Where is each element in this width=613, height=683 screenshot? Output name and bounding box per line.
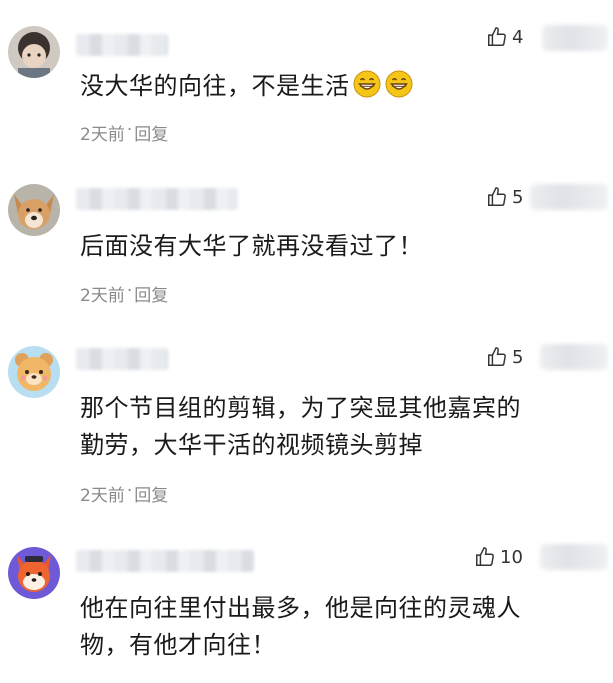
reply-button[interactable]: 回复 — [134, 281, 168, 306]
comment-text-line: 他在向往里付出最多，他是向往的灵魂人 — [80, 594, 521, 622]
comment-meta: 2天前 · 回复 — [80, 481, 168, 506]
avatar-child-photo — [8, 26, 60, 78]
like-count: 10 — [500, 546, 523, 568]
like-count: 4 — [512, 26, 524, 48]
comment-meta: 2天前 · 回复 — [80, 120, 168, 145]
avatar-fox-cartoon — [8, 547, 60, 599]
thumbs-up-icon — [488, 347, 506, 366]
grinning-face-emoji — [353, 70, 380, 98]
comment-item: 10 他在向往里付出最多，他是向往的灵魂人 物，有他才向往！ — [0, 520, 613, 683]
comment-text-content: 后面没有大华了就再没看过了！ — [80, 232, 423, 260]
like-button[interactable]: 10 — [474, 546, 523, 568]
avatar-dog-photo — [8, 184, 60, 236]
more-button-blurred[interactable] — [540, 544, 608, 570]
comment-text: 后面没有大华了就再没看过了！ — [80, 228, 600, 265]
comment-time: 2天前 — [80, 486, 125, 506]
comment-meta: 2天前 · 回复 — [80, 281, 168, 306]
like-button[interactable]: 5 — [486, 346, 523, 368]
comment-time: 2天前 — [80, 125, 125, 145]
avatar-bear-cartoon — [8, 346, 60, 398]
like-button[interactable]: 5 — [486, 186, 523, 208]
more-button-blurred[interactable] — [530, 184, 608, 210]
thumbs-up-icon — [488, 27, 506, 46]
like-count: 5 — [512, 186, 524, 208]
comment-item: 5 后面没有大华了就再没看过了！ 2天前 · 回复 — [0, 160, 613, 320]
avatar[interactable] — [8, 346, 60, 398]
more-button-blurred[interactable] — [540, 344, 608, 370]
meta-separator: · — [126, 120, 133, 140]
avatar[interactable] — [8, 26, 60, 78]
avatar[interactable] — [8, 184, 60, 236]
grinning-face-emoji — [385, 70, 412, 98]
username-blurred[interactable] — [76, 348, 168, 370]
comment-item: 5 那个节目组的剪辑，为了突显其他嘉宾的 勤劳，大华干活的视频镜头剪掉 2天前 ·… — [0, 320, 613, 520]
comment-text-line: 那个节目组的剪辑，为了突显其他嘉宾的 — [80, 394, 521, 422]
comment-text: 没大华的向往，不是生活 — [80, 68, 600, 105]
comment-time: 2天前 — [80, 286, 125, 306]
comment-text: 那个节目组的剪辑，为了突显其他嘉宾的 勤劳，大华干活的视频镜头剪掉 — [80, 390, 600, 464]
comment-text-content: 没大华的向往，不是生活 — [80, 72, 350, 100]
reply-button[interactable]: 回复 — [134, 481, 168, 506]
meta-separator: · — [126, 481, 133, 501]
like-button[interactable]: 4 — [486, 26, 523, 48]
comment-item: 4 没大华的向往，不是生活 2天前 · 回复 — [0, 0, 613, 160]
comment-text: 他在向往里付出最多，他是向往的灵魂人 物，有他才向往！ — [80, 590, 600, 664]
username-blurred[interactable] — [76, 188, 238, 210]
reply-button[interactable]: 回复 — [134, 120, 168, 145]
thumbs-up-icon — [488, 187, 506, 206]
meta-separator: · — [126, 281, 133, 301]
comment-text-line: 物，有他才向往！ — [80, 631, 276, 659]
like-count: 5 — [512, 346, 524, 368]
avatar[interactable] — [8, 547, 60, 599]
comment-text-line: 勤劳，大华干活的视频镜头剪掉 — [80, 431, 423, 459]
more-button-blurred[interactable] — [542, 25, 608, 51]
username-blurred[interactable] — [76, 34, 168, 56]
thumbs-up-icon — [476, 547, 494, 566]
username-blurred[interactable] — [76, 550, 254, 572]
